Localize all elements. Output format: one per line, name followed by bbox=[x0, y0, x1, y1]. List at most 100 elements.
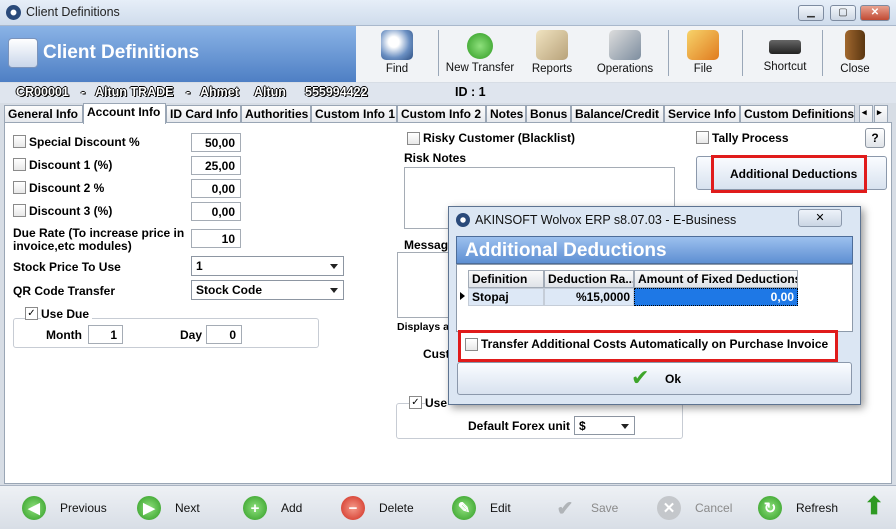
displays-label: Displays a bbox=[397, 321, 449, 333]
default-forex-value: $ bbox=[579, 419, 586, 433]
default-forex-select[interactable]: $ bbox=[574, 416, 635, 435]
app-logo-icon bbox=[6, 5, 21, 20]
column-header[interactable]: Definition bbox=[468, 270, 544, 288]
discount3-label: Discount 3 (%) bbox=[29, 204, 113, 218]
row-indicator-icon bbox=[460, 292, 465, 300]
qr-code-value: Stock Code bbox=[196, 283, 263, 297]
maximize-button[interactable]: ▢ bbox=[830, 5, 856, 21]
tab-id-card-info[interactable]: ID Card Info bbox=[166, 105, 241, 123]
discount2-label: Discount 2 % bbox=[29, 181, 105, 195]
tab-custom-definitions[interactable]: Custom Definitions bbox=[740, 105, 855, 123]
discount1-input[interactable]: 25,00 bbox=[191, 156, 241, 175]
file-icon bbox=[687, 30, 719, 60]
tab-scroll-right-icon[interactable]: ▸ bbox=[874, 105, 888, 123]
column-header[interactable]: Deduction Ra... bbox=[544, 270, 634, 288]
special-discount-label: Special Discount % bbox=[29, 135, 140, 149]
discount2-input[interactable]: 0,00 bbox=[191, 179, 241, 198]
tally-process-checkbox[interactable] bbox=[696, 131, 709, 144]
tab-bonus[interactable]: Bonus bbox=[526, 105, 571, 123]
chevron-down-icon bbox=[330, 288, 338, 293]
dialog-close-button[interactable]: ✕ bbox=[798, 209, 842, 227]
deductions-grid: Definition Deduction Ra... Amount of Fix… bbox=[456, 264, 853, 332]
client-separator: - bbox=[81, 85, 86, 99]
client-first-name: Ahmet bbox=[200, 85, 239, 99]
day-input[interactable]: 0 bbox=[206, 325, 242, 344]
client-id: ID : 1 bbox=[455, 85, 486, 99]
row-rate-cell[interactable]: %15,0000 bbox=[544, 288, 634, 306]
delete-button[interactable]: − Delete bbox=[341, 494, 414, 522]
previous-label: Previous bbox=[60, 501, 107, 515]
save-icon: ✔ bbox=[556, 497, 574, 520]
toolbar-reports[interactable]: Reports bbox=[527, 28, 577, 80]
toolbar-shortcut[interactable]: Shortcut bbox=[757, 28, 813, 80]
tab-custom-info-2[interactable]: Custom Info 2 bbox=[397, 105, 486, 123]
use-due-checkbox[interactable]: ✓ bbox=[25, 307, 38, 320]
row-amount-cell[interactable]: 0,00 bbox=[634, 288, 798, 306]
discount1-label: Discount 1 (%) bbox=[29, 158, 113, 172]
tab-notes[interactable]: Notes bbox=[486, 105, 526, 123]
client-phone: 555994422 bbox=[305, 85, 368, 99]
discount1-checkbox[interactable] bbox=[13, 158, 26, 171]
transfer-costs-checkbox[interactable] bbox=[465, 338, 478, 351]
qr-code-label: QR Code Transfer bbox=[13, 284, 116, 298]
special-discount-checkbox[interactable] bbox=[13, 135, 26, 148]
row-definition-cell[interactable]: Stopaj bbox=[468, 288, 544, 306]
toolbar-new-transfer[interactable]: New Transfer bbox=[445, 28, 515, 80]
column-header[interactable]: Amount of Fixed Deductions bbox=[634, 270, 798, 288]
client-separator: - bbox=[186, 85, 191, 99]
toolbar-operations-label: Operations bbox=[596, 63, 654, 75]
risky-customer-checkbox[interactable] bbox=[407, 132, 420, 145]
toolbar-file[interactable]: File bbox=[678, 28, 728, 80]
month-label: Month bbox=[46, 328, 82, 342]
dialog-header: Additional Deductions bbox=[456, 236, 853, 264]
next-button[interactable]: ▶ Next bbox=[137, 494, 200, 522]
tab-balance-credit[interactable]: Balance/Credit bbox=[571, 105, 664, 123]
use-forex-label: Use bbox=[425, 396, 450, 410]
scroll-top-icon[interactable]: ⬆ bbox=[864, 494, 884, 520]
tab-account-info[interactable]: Account Info bbox=[83, 103, 166, 124]
dialog-header-title: Additional Deductions bbox=[465, 240, 667, 261]
tab-service-info[interactable]: Service Info bbox=[664, 105, 740, 123]
cancel-button[interactable]: ✕ Cancel bbox=[657, 494, 732, 522]
month-input[interactable]: 1 bbox=[88, 325, 123, 344]
toolbar-file-label: File bbox=[693, 63, 713, 75]
minimize-button[interactable]: ▁ bbox=[798, 5, 824, 21]
due-rate-input[interactable]: 10 bbox=[191, 229, 241, 248]
new-transfer-icon bbox=[467, 33, 493, 59]
message-textarea[interactable] bbox=[397, 252, 452, 318]
tab-authorities[interactable]: Authorities bbox=[241, 105, 311, 123]
special-discount-input[interactable]: 50,00 bbox=[191, 133, 241, 152]
operations-icon bbox=[609, 30, 641, 60]
cancel-icon: ✕ bbox=[657, 496, 681, 520]
default-forex-label: Default Forex unit bbox=[468, 419, 571, 433]
edit-button[interactable]: ✎ Edit bbox=[452, 494, 511, 522]
chevron-down-icon bbox=[621, 424, 629, 429]
tab-general-info[interactable]: General Info bbox=[4, 105, 83, 123]
help-button[interactable]: ? bbox=[865, 128, 885, 148]
tab-scroll-left-icon[interactable]: ◂ bbox=[859, 105, 873, 123]
window-close-button[interactable]: ✕ bbox=[860, 5, 890, 21]
save-button[interactable]: ✔ Save bbox=[553, 494, 619, 522]
refresh-label: Refresh bbox=[796, 501, 839, 515]
stock-price-select[interactable]: 1 bbox=[191, 256, 344, 276]
add-button[interactable]: + Add bbox=[243, 494, 302, 522]
window-titlebar bbox=[0, 0, 896, 26]
discount3-input[interactable]: 0,00 bbox=[191, 202, 241, 221]
refresh-button[interactable]: ↻ Refresh bbox=[758, 494, 838, 522]
next-icon: ▶ bbox=[137, 496, 161, 520]
toolbar-operations[interactable]: Operations bbox=[595, 28, 655, 80]
cust-label: Cust bbox=[423, 347, 450, 361]
toolbar-close-label: Close bbox=[840, 63, 870, 75]
tab-strip: General Info Account Info ID Card Info A… bbox=[4, 103, 888, 124]
tab-custom-info-1[interactable]: Custom Info 1 bbox=[311, 105, 397, 123]
toolbar-find[interactable]: Find bbox=[372, 28, 422, 80]
ok-button[interactable] bbox=[457, 362, 852, 395]
use-forex-checkbox[interactable]: ✓ bbox=[409, 396, 422, 409]
discount3-checkbox[interactable] bbox=[13, 204, 26, 217]
previous-button[interactable]: ◀ Previous bbox=[22, 494, 107, 522]
qr-code-select[interactable]: Stock Code bbox=[191, 280, 344, 300]
discount2-checkbox[interactable] bbox=[13, 181, 26, 194]
dialog-logo-icon bbox=[456, 213, 470, 227]
save-label: Save bbox=[591, 501, 619, 515]
toolbar-close[interactable]: Close bbox=[833, 28, 877, 80]
